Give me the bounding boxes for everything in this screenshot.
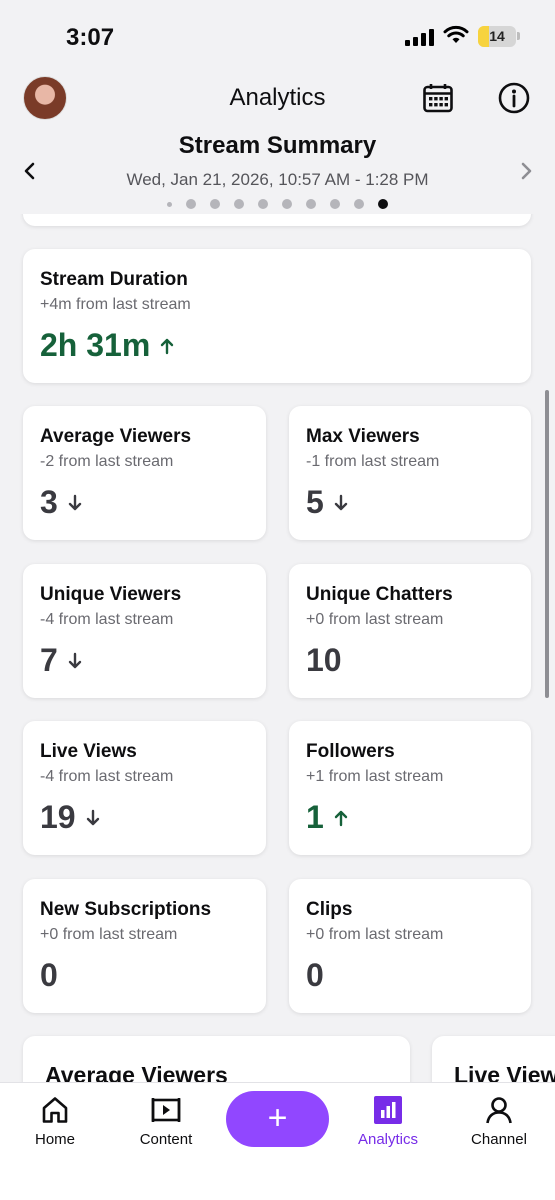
stat-value-row: 7 — [40, 642, 82, 679]
scrollbar[interactable] — [545, 390, 549, 698]
stat-label: Unique Chatters — [306, 584, 453, 605]
home-icon — [42, 1097, 68, 1123]
stat-value: 1 — [306, 799, 324, 835]
status-time: 3:07 — [66, 24, 115, 51]
stat-card-followers[interactable]: Followers +1 from last stream 1 — [289, 721, 531, 855]
stat-card-stream-duration[interactable]: Stream Duration +4m from last stream 2h … — [23, 249, 531, 383]
wifi-icon — [443, 25, 469, 43]
stat-delta: -1 from last stream — [306, 453, 440, 470]
tab-label: Channel — [471, 1131, 527, 1148]
stat-label: Clips — [306, 899, 353, 920]
channel-icon — [486, 1097, 512, 1124]
stat-value-row: 3 — [40, 484, 82, 521]
stat-value: 3 — [40, 484, 58, 520]
bottom-tab-bar: Home Content + Analytics Channel — [0, 1082, 555, 1200]
tab-label: Analytics — [357, 1131, 419, 1148]
arrow-down-icon — [86, 809, 99, 825]
chart-card-live-views[interactable]: Live Views — [432, 1036, 555, 1082]
stat-label: New Subscriptions — [40, 899, 212, 920]
stat-value-row: 0 — [306, 957, 324, 994]
stat-label: Unique Viewers — [40, 584, 182, 605]
plus-icon: + — [267, 1099, 288, 1137]
add-button[interactable]: + — [226, 1091, 329, 1147]
content-icon — [151, 1098, 181, 1122]
stat-delta: +1 from last stream — [306, 768, 444, 785]
info-icon[interactable] — [498, 82, 530, 114]
chart-card-average-viewers[interactable]: Average Viewers — [23, 1036, 410, 1082]
stat-delta: +4m from last stream — [40, 296, 191, 313]
stat-card-new-subscriptions[interactable]: New Subscriptions +0 from last stream 0 — [23, 879, 266, 1013]
stat-value-row: 1 — [306, 799, 348, 836]
stat-value-row: 19 — [40, 799, 100, 836]
tab-label: Home — [34, 1131, 75, 1148]
stat-card-average-viewers[interactable]: Average Viewers -2 from last stream 3 — [23, 406, 266, 540]
stat-delta: -4 from last stream — [40, 611, 174, 628]
stat-card-max-viewers[interactable]: Max Viewers -1 from last stream 5 — [289, 406, 531, 540]
stat-value: 0 — [306, 957, 324, 993]
stat-value: 5 — [306, 484, 324, 520]
stats-scroll-area[interactable]: Stream Duration +4m from last stream 2h … — [0, 214, 555, 1082]
stat-card-live-views[interactable]: Live Views -4 from last stream 19 — [23, 721, 266, 855]
status-bar: 3:07 14 — [0, 0, 555, 70]
arrow-down-icon — [68, 652, 81, 668]
stream-page-dots[interactable] — [0, 199, 555, 209]
stat-value-row: 5 — [306, 484, 348, 521]
stat-label: Followers — [306, 741, 395, 762]
stat-value: 10 — [306, 642, 342, 678]
arrow-down-icon — [334, 494, 347, 510]
chevron-right-icon[interactable] — [516, 160, 536, 182]
stream-summary-title: Stream Summary — [178, 132, 377, 159]
stat-value: 2h 31m — [40, 327, 151, 363]
stat-value: 0 — [40, 957, 58, 993]
chevron-left-icon[interactable] — [20, 160, 40, 182]
stat-label: Live Views — [40, 741, 137, 762]
arrow-up-icon — [334, 810, 347, 826]
cellular-signal-icon — [405, 28, 434, 46]
chart-card-title: Average Viewers — [45, 1062, 228, 1082]
arrow-down-icon — [68, 494, 81, 510]
stat-card-unique-viewers[interactable]: Unique Viewers -4 from last stream 7 — [23, 564, 266, 698]
stat-label: Stream Duration — [40, 269, 188, 290]
page-title: Analytics — [229, 84, 326, 111]
arrow-up-icon — [161, 338, 174, 354]
stat-value-row: 10 — [306, 642, 342, 679]
stat-card-unique-chatters[interactable]: Unique Chatters +0 from last stream 10 — [289, 564, 531, 698]
stat-value-row: 2h 31m — [40, 327, 174, 364]
battery-icon: 14 — [478, 26, 516, 47]
tab-label: Content — [139, 1131, 193, 1148]
previous-card — [23, 214, 531, 226]
battery-level: 14 — [489, 28, 505, 44]
stat-delta: +0 from last stream — [40, 926, 178, 943]
tab-content[interactable]: Content — [116, 1095, 216, 1148]
analytics-icon — [374, 1096, 402, 1124]
tab-analytics[interactable]: Analytics — [338, 1095, 438, 1148]
stat-card-clips[interactable]: Clips +0 from last stream 0 — [289, 879, 531, 1013]
stat-value: 19 — [40, 799, 76, 835]
stat-delta: -2 from last stream — [40, 453, 174, 470]
stream-date-range: Wed, Jan 21, 2026, 10:57 AM - 1:28 PM — [126, 170, 429, 189]
stat-label: Average Viewers — [40, 426, 192, 447]
tab-channel[interactable]: Channel — [449, 1095, 549, 1148]
stat-label: Max Viewers — [306, 426, 420, 447]
stat-delta: +0 from last stream — [306, 611, 444, 628]
stat-value: 7 — [40, 642, 58, 678]
stat-delta: +0 from last stream — [306, 926, 444, 943]
calendar-icon[interactable] — [422, 82, 454, 114]
tab-home[interactable]: Home — [5, 1095, 105, 1148]
stat-value-row: 0 — [40, 957, 58, 994]
chart-card-title: Live Views — [454, 1062, 555, 1082]
stat-delta: -4 from last stream — [40, 768, 174, 785]
